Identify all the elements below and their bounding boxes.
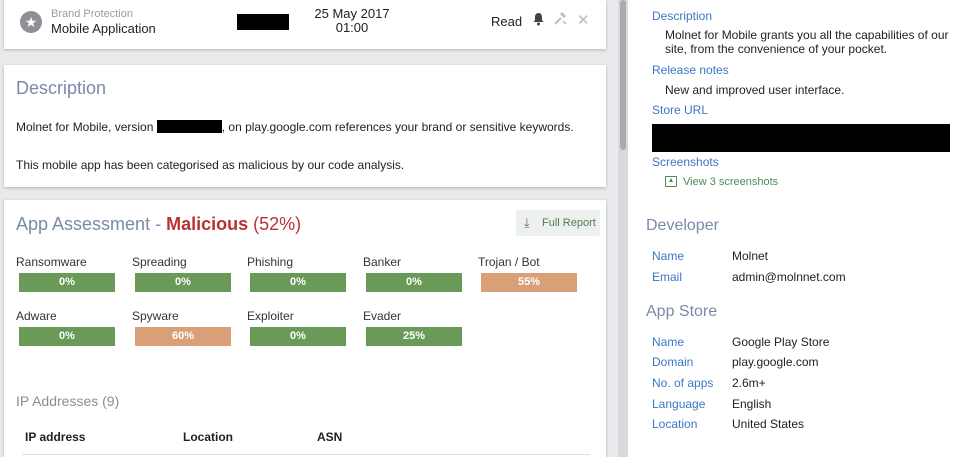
full-report-button[interactable]: ⤓ Full Report [516, 210, 600, 236]
assessment-title-prefix: App Assessment - [16, 214, 167, 234]
alert-time: 01:00 [335, 20, 369, 35]
developer-title: Developer [646, 217, 719, 234]
metric-label: Trojan / Bot [478, 255, 540, 269]
metric-bar: 0% [19, 327, 115, 346]
alert-date: 25 May 2017 [314, 6, 390, 21]
app-store-title: App Store [646, 303, 718, 320]
description-text-end: , on play.google.com references your bra… [221, 120, 574, 134]
developer-email-key: Email [652, 270, 683, 284]
alert-detail-pane: ★ Brand Protection Mobile Application 25… [0, 0, 618, 457]
metric-bar: 0% [250, 327, 346, 346]
description-title: Description [16, 78, 107, 98]
alert-subcategory: Mobile Application [51, 21, 156, 36]
ip-column-header[interactable]: IP address [25, 430, 85, 444]
metric-bar: 55% [481, 273, 577, 292]
assessment-score: (52%) [253, 214, 302, 234]
metric-bar: 60% [135, 327, 231, 346]
metric-label: Evader [363, 309, 402, 323]
details-description-text: Molnet for Mobile grants you all the cap… [665, 28, 949, 56]
store-url-label: Store URL [652, 103, 709, 117]
details-description-label: Description [652, 9, 713, 23]
developer-name-key: Name [652, 249, 685, 263]
upload-image-icon [665, 176, 677, 187]
asn-column-header[interactable]: ASN [317, 430, 342, 444]
metric-phishing: Phishing 0% [247, 255, 357, 292]
redacted-block [237, 14, 289, 30]
metric-bar: 0% [366, 273, 462, 292]
view-screenshots-text: View 3 screenshots [683, 176, 779, 188]
alert-category: Brand Protection [51, 8, 133, 20]
developer-name-value: Molnet [732, 249, 769, 263]
metric-spyware: Spyware 60% [132, 309, 242, 346]
malicious-notice: This mobile app has been categorised as … [16, 158, 405, 172]
metric-bar: 0% [19, 273, 115, 292]
store-language-key: Language [652, 397, 706, 411]
store-apps-value: 2.6m+ [732, 376, 766, 390]
redacted-version [156, 120, 222, 133]
store-name-value: Google Play Store [732, 335, 830, 349]
store-location-key: Location [652, 417, 698, 431]
assessment-verdict: Malicious [166, 214, 249, 234]
metric-label: Spreading [132, 255, 187, 269]
hammer-icon[interactable] [553, 12, 568, 29]
store-name-key: Name [652, 335, 685, 349]
release-notes-text: New and improved user interface. [665, 83, 845, 97]
star-icon: ★ [20, 11, 42, 33]
description-card: Description Molnet for Mobile, version ,… [4, 65, 606, 187]
alert-datetime: 25 May 2017 01:00 [304, 7, 400, 35]
description-text-start: Molnet for Mobile, version [16, 120, 154, 134]
alert-header-card: ★ Brand Protection Mobile Application 25… [4, 0, 606, 49]
metric-banker: Banker 0% [363, 255, 473, 292]
metric-ransomware: Ransomware 0% [16, 255, 126, 292]
redacted-store-url [652, 124, 950, 152]
metric-bar: 25% [366, 327, 462, 346]
scrollbar[interactable] [618, 0, 628, 457]
metric-trojan-bot: Trojan / Bot 55% [478, 255, 588, 292]
metric-adware: Adware 0% [16, 309, 126, 346]
store-apps-key: No. of apps [652, 376, 714, 390]
app-assessment-card: App Assessment - Malicious (52%) ⤓ Full … [4, 200, 606, 457]
table-divider [22, 454, 590, 455]
metric-evader: Evader 25% [363, 309, 473, 346]
read-status[interactable]: Read [491, 14, 522, 29]
app-details-panel: Description Molnet for Mobile grants you… [628, 0, 975, 457]
store-domain-key: Domain [652, 355, 694, 369]
location-column-header[interactable]: Location [183, 430, 233, 444]
view-screenshots-link[interactable]: View 3 screenshots [665, 176, 778, 188]
store-domain-value: play.google.com [732, 355, 819, 369]
release-notes-label: Release notes [652, 63, 729, 77]
developer-email-value: admin@molnnet.com [732, 270, 846, 284]
metric-label: Banker [363, 255, 402, 269]
metric-label: Ransomware [16, 255, 87, 269]
metric-label: Exploiter [247, 309, 294, 323]
store-language-value: English [732, 397, 772, 411]
ip-addresses-title: IP Addresses (9) [16, 393, 120, 409]
assessment-title: App Assessment - Malicious (52%) [16, 214, 301, 235]
full-report-label: Full Report [542, 217, 596, 229]
metric-spreading: Spreading 0% [132, 255, 242, 292]
download-icon: ⤓ [524, 215, 530, 230]
metric-label: Spyware [132, 309, 179, 323]
bell-icon[interactable] [532, 12, 545, 29]
metric-bar: 0% [250, 273, 346, 292]
metric-label: Phishing [247, 255, 294, 269]
metric-exploiter: Exploiter 0% [247, 309, 357, 346]
scrollbar-thumb[interactable] [620, 0, 626, 150]
metric-bar: 0% [135, 273, 231, 292]
description-text: Molnet for Mobile, version , on play.goo… [16, 119, 586, 135]
close-icon[interactable]: ✕ [577, 11, 590, 29]
store-location-value: United States [732, 417, 805, 431]
metric-label: Adware [16, 309, 57, 323]
screenshots-label: Screenshots [652, 155, 719, 169]
